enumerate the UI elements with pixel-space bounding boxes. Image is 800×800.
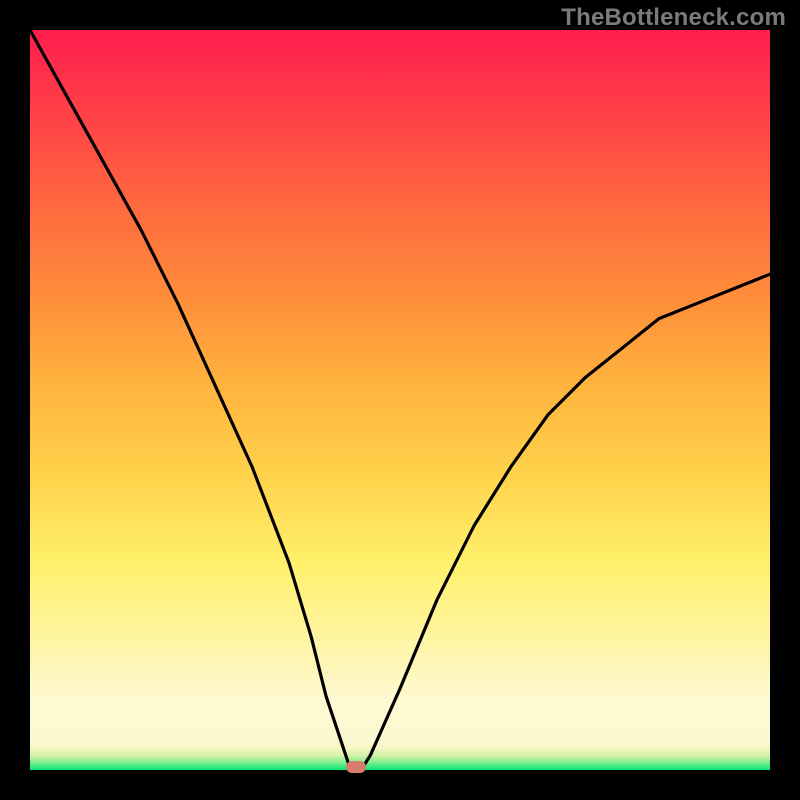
minimum-marker (346, 761, 366, 773)
bottleneck-curve (30, 30, 770, 767)
plot-area (30, 30, 770, 770)
chart-frame: TheBottleneck.com (0, 0, 800, 800)
watermark-text: TheBottleneck.com (561, 4, 786, 32)
curve-svg (30, 30, 770, 770)
